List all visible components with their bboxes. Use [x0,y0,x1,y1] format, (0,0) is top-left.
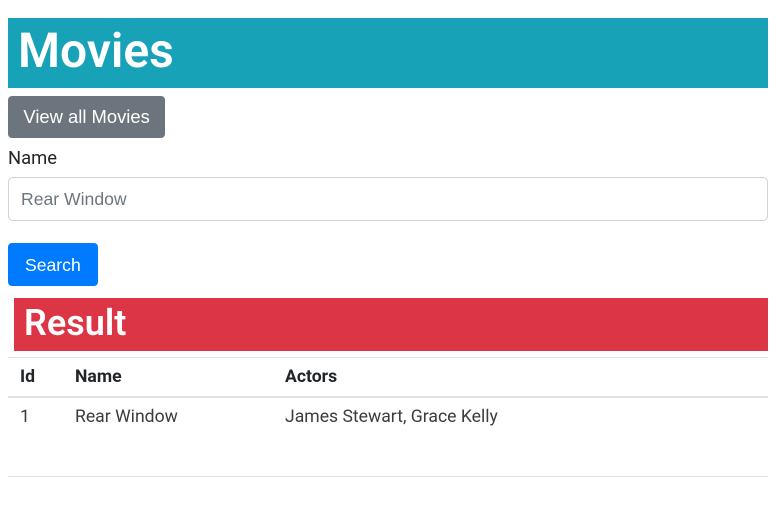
column-header-id: Id [8,358,63,397]
column-header-name: Name [63,358,273,397]
page-title: Movies [8,18,768,88]
result-table: Id Name Actors 1 Rear Window James Stewa… [8,357,768,435]
result-title: Result [14,298,768,351]
cell-name: Rear Window [63,397,273,436]
name-input[interactable] [8,177,768,221]
column-header-actors: Actors [273,358,768,397]
cell-id: 1 [8,397,63,436]
table-row: 1 Rear Window James Stewart, Grace Kelly [8,397,768,436]
cell-actors: James Stewart, Grace Kelly [273,397,768,436]
search-button[interactable]: Search [8,243,98,286]
view-all-movies-button[interactable]: View all Movies [8,96,165,138]
name-label: Name [8,148,768,169]
divider [8,476,768,477]
